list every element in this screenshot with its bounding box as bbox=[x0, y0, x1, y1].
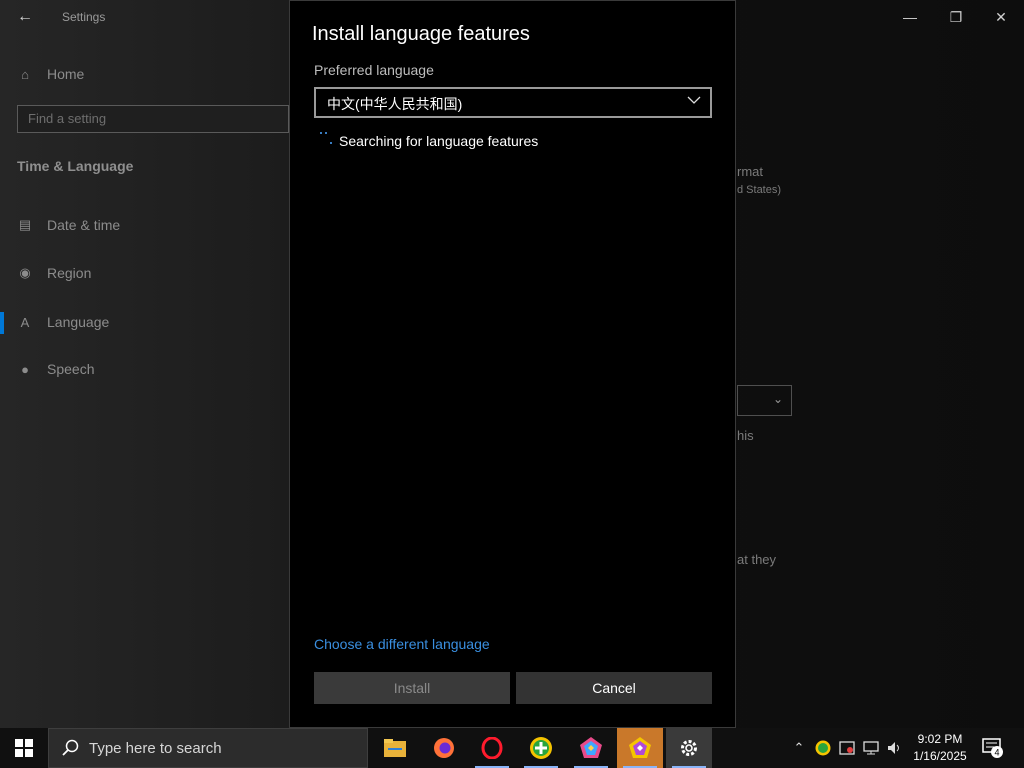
start-button[interactable] bbox=[0, 728, 48, 768]
chevron-down-icon bbox=[687, 96, 701, 104]
colorful-app-taskbar-icon[interactable] bbox=[568, 728, 614, 768]
calendar-clock-icon: ▤ bbox=[18, 217, 32, 232]
network-icon[interactable] bbox=[862, 739, 880, 757]
opera-taskbar-icon[interactable] bbox=[469, 728, 515, 768]
right-text-fragment: his bbox=[737, 428, 754, 443]
search-status: Searching for language features bbox=[318, 132, 538, 150]
nav-date-time-label: Date & time bbox=[47, 217, 121, 233]
tray-app-icon[interactable] bbox=[814, 739, 832, 757]
selected-indicator bbox=[0, 312, 4, 334]
app-title: Settings bbox=[62, 10, 106, 24]
clock-date: 1/16/2025 bbox=[913, 749, 967, 763]
preferred-language-select[interactable]: 中文(中华人民共和国) bbox=[314, 87, 712, 118]
gear-icon bbox=[681, 740, 697, 756]
taskbar-search-box[interactable]: Type here to search bbox=[48, 728, 368, 768]
action-center-button[interactable]: 4 bbox=[982, 738, 1004, 758]
back-arrow-icon[interactable]: ← bbox=[14, 6, 36, 28]
highlighted-app-taskbar-icon[interactable] bbox=[617, 728, 663, 768]
chevron-up-icon[interactable]: ⌃ bbox=[790, 739, 808, 757]
windows-logo-icon bbox=[15, 739, 33, 757]
settings-taskbar-icon[interactable] bbox=[666, 728, 712, 768]
right-text-fragment: at they bbox=[737, 552, 777, 567]
nav-region-label: Region bbox=[47, 265, 92, 281]
notification-icon: 4 bbox=[982, 738, 1003, 758]
install-language-dialog: Install language features Preferred lang… bbox=[289, 0, 736, 728]
taskbar-search-placeholder: Type here to search bbox=[89, 739, 222, 757]
clock-time: 9:02 PM bbox=[917, 732, 963, 746]
home-icon: ⌂ bbox=[21, 66, 29, 82]
loading-spinner-icon bbox=[318, 132, 336, 150]
nav-home[interactable]: ⌂ Home bbox=[17, 62, 84, 86]
status-text: Searching for language features bbox=[339, 133, 539, 149]
dialog-title: Install language features bbox=[312, 23, 530, 45]
volume-icon[interactable] bbox=[886, 739, 904, 757]
system-clock[interactable]: 9:02 PM 1/16/2025 bbox=[908, 731, 972, 765]
nav-speech[interactable]: ● Speech bbox=[17, 357, 94, 381]
right-text-fragment: d States) bbox=[737, 184, 782, 196]
nav-language[interactable]: A Language bbox=[17, 310, 110, 334]
language-icon: A bbox=[20, 314, 30, 330]
microphone-icon: ● bbox=[21, 361, 29, 377]
firefox-taskbar-icon[interactable] bbox=[421, 728, 467, 768]
right-text-fragment: rmat bbox=[737, 164, 763, 179]
cancel-button[interactable]: Cancel bbox=[516, 672, 712, 704]
nav-home-label: Home bbox=[47, 66, 85, 82]
nav-language-label: Language bbox=[47, 314, 110, 330]
taskbar: Type here to search ⌃ 9:02 PM 1/16/2025 bbox=[0, 728, 1024, 768]
nav-region[interactable]: ◉ Region bbox=[17, 261, 91, 285]
close-button[interactable]: ✕ bbox=[986, 6, 1016, 28]
security-icon[interactable] bbox=[838, 739, 856, 757]
preferred-language-label: Preferred language bbox=[314, 62, 434, 78]
restore-button[interactable]: ❐ bbox=[941, 6, 971, 28]
globe-icon: ◉ bbox=[19, 265, 31, 280]
nav-date-time[interactable]: ▤ Date & time bbox=[17, 213, 120, 237]
minimize-button[interactable]: — bbox=[895, 6, 925, 28]
chevron-down-icon: ⌄ bbox=[772, 392, 783, 406]
search-icon bbox=[62, 739, 79, 756]
find-setting-input[interactable]: Find a setting bbox=[17, 105, 289, 133]
right-dropdown[interactable]: ⌄ bbox=[737, 385, 792, 416]
file-explorer-taskbar-icon[interactable] bbox=[372, 728, 418, 768]
nav-speech-label: Speech bbox=[47, 361, 95, 377]
selected-language-value: 中文(中华人民共和国) bbox=[327, 96, 463, 112]
notification-count: 4 bbox=[994, 748, 999, 758]
choose-different-language-link[interactable]: Choose a different language bbox=[314, 636, 490, 652]
section-heading: Time & Language bbox=[17, 158, 134, 174]
install-button[interactable]: Install bbox=[314, 672, 510, 704]
green-plus-app-taskbar-icon[interactable] bbox=[518, 728, 564, 768]
